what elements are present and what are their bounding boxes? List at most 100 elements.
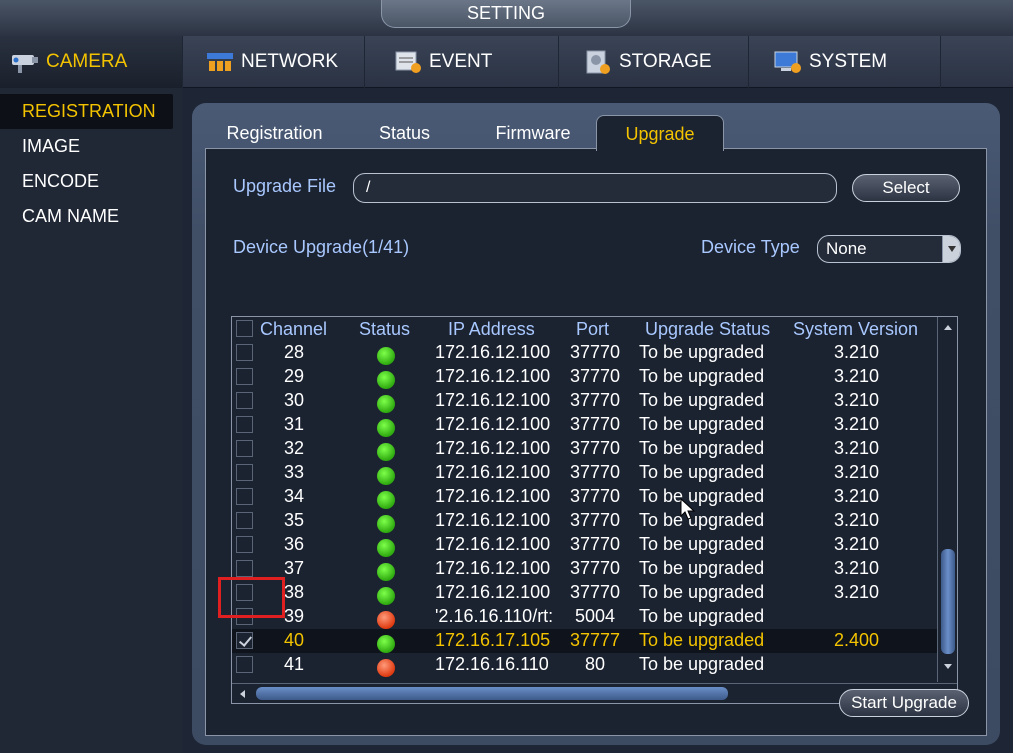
cell-upgrade-status: To be upgraded: [639, 534, 765, 554]
header-port: Port: [576, 319, 610, 339]
table-row[interactable]: 37 172.16.12.100 37770 To be upgraded 3.210: [232, 557, 938, 581]
cell-upgrade-status: To be upgraded: [639, 510, 765, 530]
vertical-scroll-thumb[interactable]: [941, 549, 955, 654]
table-header: Channel Status IP Address Port Upgrade S…: [232, 317, 938, 341]
side-item-image[interactable]: IMAGE: [0, 129, 183, 164]
cell-port: 37770: [569, 534, 621, 554]
content-panel: Registration Status Firmware Upgrade Fil…: [192, 103, 1000, 745]
tab-label: NETWORK: [241, 51, 339, 72]
subtab-registration[interactable]: Registration: [212, 115, 337, 151]
cell-port: 37770: [569, 414, 621, 434]
status-dot-icon: [377, 515, 395, 533]
row-checkbox[interactable]: [236, 656, 253, 673]
row-checkbox[interactable]: [236, 464, 253, 481]
cell-upgrade-status: To be upgraded: [639, 630, 765, 650]
cell-channel: 41: [284, 654, 305, 674]
network-icon: [207, 53, 233, 71]
status-dot-icon: [377, 659, 395, 677]
cell-system-version: 3.210: [834, 438, 880, 458]
cell-channel: 28: [284, 342, 305, 362]
table-row[interactable]: 31 172.16.12.100 37770 To be upgraded 3.210: [232, 413, 938, 437]
table-row[interactable]: 35 172.16.12.100 37770 To be upgraded 3.210: [232, 509, 938, 533]
cell-port: 37777: [569, 630, 621, 650]
cell-ip-address: 172.16.16.110: [435, 654, 549, 674]
cell-upgrade-status: To be upgraded: [639, 462, 765, 482]
upgrade-file-label: Upgrade File: [233, 176, 337, 196]
cell-channel: 35: [284, 510, 305, 530]
select-button[interactable]: Select: [852, 174, 960, 202]
device-type-label: Device Type: [701, 237, 800, 257]
side-item-cam-name[interactable]: CAM NAME: [0, 199, 183, 234]
table-row[interactable]: 39 '2.16.16.110/rt: 5004 To be upgraded: [232, 605, 938, 629]
cell-channel: 34: [284, 486, 305, 506]
cell-port: 5004: [574, 606, 616, 626]
table-row[interactable]: 32 172.16.12.100 37770 To be upgraded 3.210: [232, 437, 938, 461]
side-item-encode[interactable]: ENCODE: [0, 164, 183, 199]
cell-system-version: 3.210: [834, 534, 880, 554]
status-dot-icon: [377, 635, 395, 653]
tab-label: CAMERA: [46, 51, 128, 72]
device-upgrade-label: Device Upgrade(1/41): [233, 237, 410, 257]
tab-camera[interactable]: CAMERA: [0, 36, 183, 88]
status-dot-icon: [377, 347, 395, 365]
tab-label: EVENT: [429, 51, 493, 72]
row-checkbox[interactable]: [236, 536, 253, 553]
subtab-status[interactable]: Status: [352, 115, 457, 151]
cell-upgrade-status: To be upgraded: [639, 414, 765, 434]
header-status: Status: [359, 319, 411, 339]
status-dot-icon: [377, 395, 395, 413]
cell-system-version: 3.210: [834, 582, 880, 602]
cell-upgrade-status: To be upgraded: [639, 558, 765, 578]
row-checkbox[interactable]: [236, 416, 253, 433]
row-checkbox[interactable]: [236, 344, 253, 361]
table-row[interactable]: 34 172.16.12.100 37770 To be upgraded 3.210: [232, 485, 938, 509]
table-row[interactable]: 41 172.16.16.110 80 To be upgraded: [232, 653, 938, 677]
mouse-cursor-icon: [680, 498, 696, 520]
scroll-left-icon[interactable]: [240, 690, 245, 698]
cell-channel: 31: [284, 414, 305, 434]
start-upgrade-button[interactable]: Start Upgrade: [839, 689, 969, 717]
row-checkbox[interactable]: [236, 632, 253, 649]
vertical-scrollbar[interactable]: [937, 317, 957, 682]
table-row[interactable]: 33 172.16.12.100 37770 To be upgraded 3.210: [232, 461, 938, 485]
subtab-firmware[interactable]: Firmware: [472, 115, 594, 151]
table-row[interactable]: 30 172.16.12.100 37770 To be upgraded 3.210: [232, 389, 938, 413]
table-row[interactable]: 28 172.16.12.100 37770 To be upgraded 3.210: [232, 341, 938, 365]
cell-ip-address: 172.16.12.100: [435, 534, 551, 554]
tab-system[interactable]: SYSTEM: [751, 36, 941, 88]
cell-system-version: 3.210: [834, 558, 880, 578]
row-checkbox[interactable]: [236, 512, 253, 529]
horizontal-scroll-thumb[interactable]: [256, 687, 728, 700]
chevron-down-icon[interactable]: [942, 236, 960, 262]
status-dot-icon: [377, 443, 395, 461]
table-row[interactable]: 38 172.16.12.100 37770 To be upgraded 3.210: [232, 581, 938, 605]
row-checkbox[interactable]: [236, 368, 253, 385]
header-ip: IP Address: [448, 319, 535, 339]
select-all-checkbox[interactable]: [236, 320, 253, 337]
cell-ip-address: 172.16.12.100: [435, 414, 551, 434]
cell-system-version: 3.210: [834, 342, 880, 362]
tab-network[interactable]: NETWORK: [185, 36, 365, 88]
cell-ip-address: 172.16.17.105: [435, 630, 551, 650]
row-checkbox[interactable]: [236, 440, 253, 457]
tab-storage[interactable]: STORAGE: [561, 36, 749, 88]
side-item-registration[interactable]: REGISTRATION: [0, 94, 173, 129]
row-checkbox[interactable]: [236, 392, 253, 409]
tab-event[interactable]: EVENT: [367, 36, 559, 88]
upgrade-file-input[interactable]: /: [353, 173, 837, 203]
subtab-upgrade[interactable]: Upgrade: [596, 115, 724, 151]
status-dot-icon: [377, 467, 395, 485]
row-checkbox[interactable]: [236, 560, 253, 577]
cell-upgrade-status: To be upgraded: [639, 606, 765, 626]
table-row[interactable]: 29 172.16.12.100 37770 To be upgraded 3.210: [232, 365, 938, 389]
tab-label: SYSTEM: [809, 51, 888, 72]
cell-port: 37770: [569, 366, 621, 386]
table-row[interactable]: 40 172.16.17.105 37777 To be upgraded 2.400: [232, 629, 938, 653]
scroll-up-icon[interactable]: [944, 325, 952, 330]
table-row[interactable]: 36 172.16.12.100 37770 To be upgraded 3.210: [232, 533, 938, 557]
scroll-down-icon[interactable]: [944, 664, 952, 669]
device-type-select[interactable]: None: [817, 235, 961, 263]
cell-port: 37770: [569, 438, 621, 458]
cell-upgrade-status: To be upgraded: [639, 342, 765, 362]
row-checkbox[interactable]: [236, 488, 253, 505]
